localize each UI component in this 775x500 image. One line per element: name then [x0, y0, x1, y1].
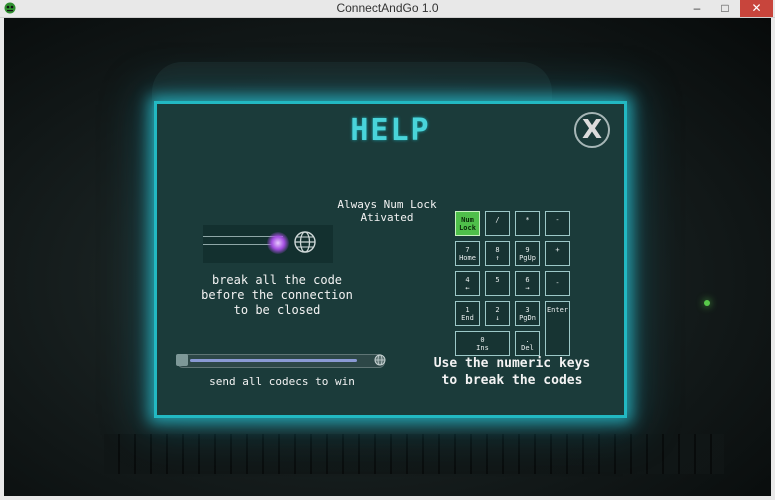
- numpad-key[interactable]: 9 PgUp: [515, 241, 540, 266]
- numpad-key[interactable]: . Del: [515, 331, 540, 356]
- maximize-button[interactable]: □: [712, 0, 738, 17]
- window-close-button[interactable]: ✕: [740, 0, 773, 17]
- numpad-key[interactable]: 5: [485, 271, 510, 296]
- help-title: HELP: [350, 113, 431, 148]
- break-instructions: break all the code before the connection…: [201, 273, 353, 317]
- numpad-key[interactable]: 8 ↑: [485, 241, 510, 266]
- numpad-key[interactable]: Num Lock: [455, 211, 480, 236]
- close-icon[interactable]: X: [574, 112, 610, 148]
- numlock-note: Always Num Lock Ativated: [337, 198, 437, 224]
- globe-icon: [294, 231, 316, 253]
- numpad-key[interactable]: /: [485, 211, 510, 236]
- globe-icon: [374, 354, 386, 366]
- numpad-key[interactable]: 2 ↓: [485, 301, 510, 326]
- numpad-key[interactable]: 1 End: [455, 301, 480, 326]
- numpad-key[interactable]: 6 →: [515, 271, 540, 296]
- minimize-button[interactable]: –: [684, 0, 710, 17]
- codecs-instructions: send all codecs to win: [209, 375, 355, 388]
- numpad-key[interactable]: 3 PgDn: [515, 301, 540, 326]
- numpad-key-minus-secondary[interactable]: -: [545, 271, 570, 296]
- power-light: [704, 300, 710, 306]
- numeric-keys-instructions: Use the numeric keys to break the codes: [433, 356, 591, 388]
- codec-progress-bar: [176, 354, 386, 368]
- numpad-key[interactable]: Enter: [545, 301, 570, 356]
- numpad-key[interactable]: -: [545, 211, 570, 236]
- title-bar: ConnectAndGo 1.0 – □ ✕: [0, 0, 775, 18]
- spark-icon: [267, 232, 289, 254]
- numpad-key[interactable]: 0 Ins: [455, 331, 510, 356]
- connection-illustration: [203, 225, 333, 263]
- numpad-key[interactable]: +: [545, 241, 570, 266]
- help-panel: HELP X Always Num Lock Ativated break al…: [154, 101, 627, 418]
- progress-fill: [190, 359, 357, 362]
- numpad-key[interactable]: *: [515, 211, 540, 236]
- computer-icon: [176, 354, 188, 366]
- numpad-key[interactable]: 4 ←: [455, 271, 480, 296]
- window-title: ConnectAndGo 1.0: [336, 1, 439, 15]
- keyboard-background: [104, 434, 724, 474]
- game-viewport: HELP X Always Num Lock Ativated break al…: [4, 18, 771, 496]
- numpad-key[interactable]: 7 Home: [455, 241, 480, 266]
